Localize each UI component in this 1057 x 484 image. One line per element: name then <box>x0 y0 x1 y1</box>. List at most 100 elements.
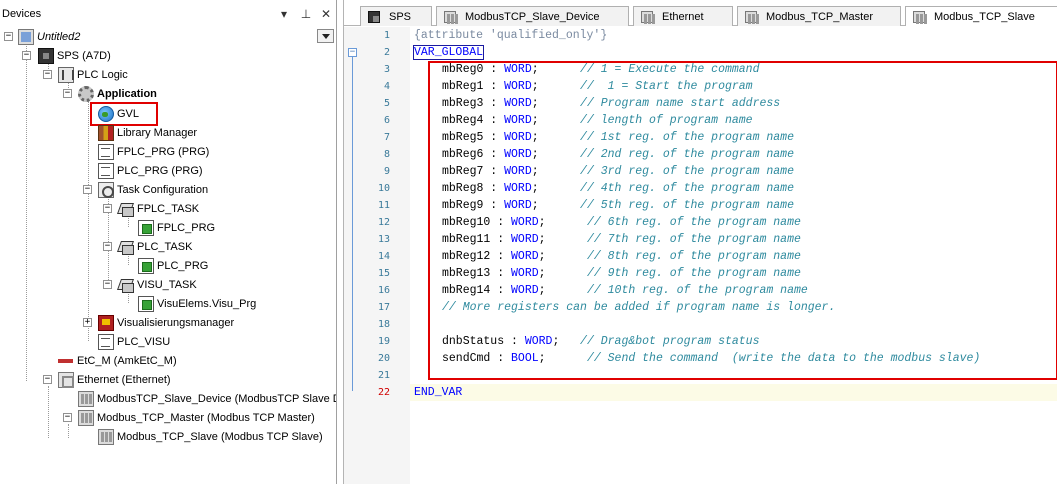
collapse-toggle-icon[interactable]: − <box>4 32 13 41</box>
code-line-10: mbReg8 : WORD; // 4th reg. of the progra… <box>442 180 794 197</box>
line-number: 3 <box>383 64 390 75</box>
tree-item-plc-visu[interactable]: PLC_VISU <box>98 332 170 351</box>
tree-item-gvl[interactable]: GVL <box>98 104 139 123</box>
code-line-6: mbReg4 : WORD; // length of program name <box>442 112 753 129</box>
collapse-toggle-icon[interactable]: − <box>103 204 112 213</box>
collapse-toggle-icon[interactable]: − <box>22 51 31 60</box>
tab-label: SPS <box>389 10 412 23</box>
decl-terminator: ; <box>531 131 581 144</box>
var-decl: mbReg4 : <box>442 114 505 127</box>
tab-modbustcp-slave-device[interactable]: ModbusTCP_Slave_Device <box>436 6 629 26</box>
type-keyword: WORD <box>504 165 532 178</box>
code-comment: // length of program name <box>580 114 753 127</box>
tree-item-plc-logic[interactable]: PLC Logic <box>58 65 128 84</box>
tree-item-modbustcp-slave-device[interactable]: ModbusTCP_Slave_Device (ModbusTCP Slave … <box>78 389 336 408</box>
tab-sps[interactable]: SPS <box>360 6 432 26</box>
code-comment: // 1 = Start the program <box>580 80 753 93</box>
collapse-toggle-icon[interactable]: − <box>43 375 52 384</box>
code-line-14: mbReg12 : WORD; // 8th reg. of the progr… <box>442 248 801 265</box>
devices-panel-header: Devices ▾ ⊥ ✕ <box>0 5 337 25</box>
ethernet-icon <box>58 371 74 388</box>
tree-item-visualisierungsmanager[interactable]: Visualisierungsmanager <box>98 313 234 332</box>
code-comment: // 6th reg. of the program name <box>586 216 801 229</box>
type-keyword: WORD <box>511 233 539 246</box>
code-comment: // 8th reg. of the program name <box>586 250 801 263</box>
collapse-toggle-icon[interactable]: − <box>43 70 52 79</box>
task-icon <box>118 239 134 255</box>
tree-item-label: Ethernet (Ethernet) <box>77 373 171 386</box>
collapse-toggle-icon[interactable]: − <box>103 280 112 289</box>
tree-item-label: VISU_TASK <box>137 278 197 291</box>
line-number: 5 <box>383 98 390 109</box>
tree-connector <box>68 424 69 438</box>
tab-modbus-tcp-master[interactable]: Modbus_TCP_Master <box>737 6 901 26</box>
tree-item-label: Modbus_TCP_Slave (Modbus TCP Slave) <box>117 430 323 443</box>
tree-item-task-configuration[interactable]: Task Configuration <box>98 180 208 199</box>
line-number: 16 <box>377 285 390 296</box>
code-comment: // Send the command (write the data to t… <box>586 352 981 365</box>
tree-item-modbus-tcp-master[interactable]: Modbus_TCP_Master (Modbus TCP Master) <box>78 408 315 427</box>
decl-terminator: ; <box>531 114 581 127</box>
close-icon[interactable]: ✕ <box>318 6 334 22</box>
expand-toggle-icon[interactable]: + <box>83 318 92 327</box>
decl-terminator: ; <box>531 80 581 93</box>
tree-item-label: GVL <box>117 107 140 120</box>
tree-item-ethernet[interactable]: Ethernet (Ethernet) <box>58 370 171 389</box>
collapse-toggle-icon[interactable]: − <box>103 242 112 251</box>
var-decl: sendCmd : <box>442 352 512 365</box>
line-number: 12 <box>377 217 390 228</box>
tree-connector <box>88 101 89 341</box>
code-comment: // 1 = Execute the command <box>580 63 760 76</box>
tree-item-sps[interactable]: SPS (A7D) <box>38 46 111 65</box>
collapse-toggle-icon[interactable]: − <box>83 185 92 194</box>
tree-item-visuelems-visu-prg[interactable]: VisuElems.Visu_Prg <box>138 294 256 313</box>
ethernet-icon <box>641 10 653 24</box>
line-number: 14 <box>377 251 390 262</box>
visualization-document-icon <box>98 333 114 350</box>
tree-item-fplc-prg-call[interactable]: FPLC_PRG <box>138 218 215 237</box>
tree-item-fplc-prg[interactable]: FPLC_PRG (PRG) <box>98 142 209 161</box>
code-line-17: // More registers can be added if progra… <box>442 299 835 316</box>
tree-item-plc-prg-call[interactable]: PLC_PRG <box>138 256 208 275</box>
tree-item-untitled2[interactable]: Untitled2 <box>18 27 80 46</box>
tree-item-label: PLC_PRG <box>157 259 209 272</box>
tree-item-label: PLC_VISU <box>117 335 171 348</box>
decl-terminator: ; <box>552 335 581 348</box>
modbus-device-icon <box>444 10 456 24</box>
decl-terminator: ; <box>538 233 587 246</box>
code-line-16: mbReg14 : WORD; // 10th reg. of the prog… <box>442 282 808 299</box>
code-comment: // More registers can be added if progra… <box>442 301 836 314</box>
collapse-toggle-icon[interactable]: − <box>63 413 72 422</box>
tree-item-modbus-tcp-slave[interactable]: Modbus_TCP_Slave (Modbus TCP Slave) <box>98 427 323 446</box>
end-var-keyword: END_VAR <box>414 386 463 399</box>
line-number: 11 <box>377 200 390 211</box>
tree-item-etc-m[interactable]: EtC_M (AmkEtC_M) <box>58 351 177 370</box>
line-number: 4 <box>383 81 390 92</box>
tree-item-library-manager[interactable]: Library Manager <box>98 123 197 142</box>
tree-item-label: FPLC_PRG <box>157 221 216 234</box>
tree-item-visu-task[interactable]: VISU_TASK <box>118 275 197 294</box>
tab-ethernet[interactable]: Ethernet <box>633 6 733 26</box>
tree-item-application[interactable]: Application <box>78 84 157 103</box>
pin-icon[interactable]: ⊥ <box>298 6 314 22</box>
tree-item-plc-prg[interactable]: PLC_PRG (PRG) <box>98 161 203 180</box>
collapse-toggle-icon[interactable]: − <box>63 89 72 98</box>
tree-item-plc-task[interactable]: PLC_TASK <box>118 237 192 256</box>
var-decl: mbReg11 : <box>442 233 512 246</box>
code-comment: // 3rd reg. of the program name <box>580 165 794 178</box>
modbus-device-icon <box>745 10 757 24</box>
tree-item-fplc-task[interactable]: FPLC_TASK <box>118 199 199 218</box>
code-comment: // 9th reg. of the program name <box>586 267 801 280</box>
line-number-current: 22 <box>377 387 390 398</box>
type-keyword: WORD <box>504 199 532 212</box>
line-number: 1 <box>383 30 390 41</box>
panel-dropdown-icon[interactable]: ▾ <box>276 6 292 22</box>
decl-terminator: ; <box>538 352 587 365</box>
task-icon <box>118 201 134 217</box>
devices-combo-dropdown-button[interactable] <box>317 29 334 43</box>
tab-label: Modbus_TCP_Master <box>766 10 873 23</box>
code-area[interactable]: {attribute 'qualified_only'} VAR_GLOBAL … <box>410 27 1057 484</box>
tab-modbus-tcp-slave[interactable]: Modbus_TCP_Slave <box>905 6 1057 26</box>
tab-label: ModbusTCP_Slave_Device <box>465 10 600 23</box>
fold-collapse-icon[interactable]: − <box>348 48 357 57</box>
